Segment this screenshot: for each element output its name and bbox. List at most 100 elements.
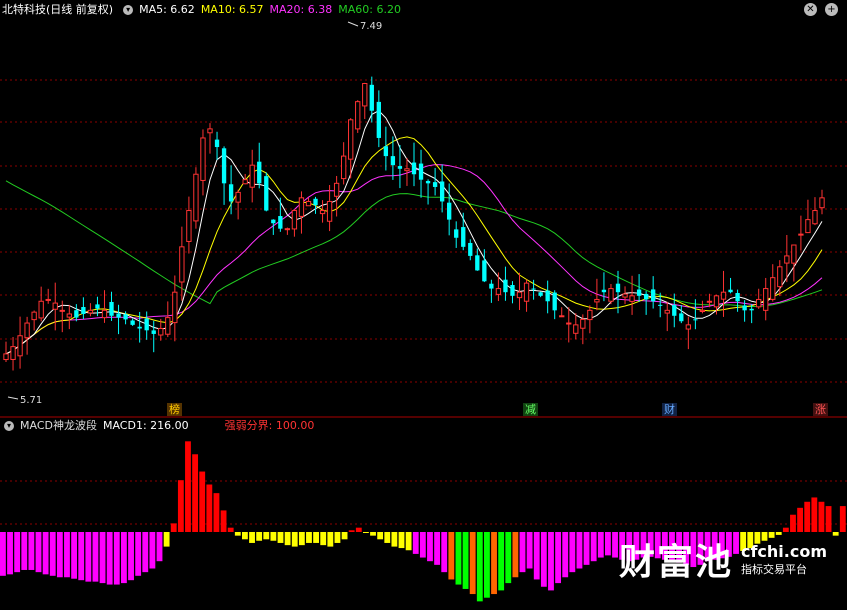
candle-body bbox=[685, 324, 692, 330]
candle-body bbox=[151, 330, 156, 334]
indicator-dropdown-icon[interactable]: ▾ bbox=[4, 421, 14, 431]
candle-body bbox=[172, 291, 178, 324]
candle-body bbox=[137, 326, 142, 329]
candle-body bbox=[271, 219, 276, 224]
macd-bar bbox=[170, 523, 177, 532]
macd-bar bbox=[491, 532, 497, 595]
macd-bar bbox=[818, 501, 825, 532]
macd-bar bbox=[256, 532, 263, 541]
macd-bar bbox=[220, 510, 227, 532]
candle-body bbox=[45, 298, 51, 301]
candle-body bbox=[17, 335, 23, 357]
watermark: 财富池 cfchi.com 指标交易平台 bbox=[619, 533, 827, 585]
candle-body bbox=[242, 179, 248, 185]
candle-body bbox=[643, 293, 649, 300]
candle-body bbox=[475, 255, 480, 271]
macd-bar bbox=[576, 532, 583, 569]
chart-canvas[interactable]: 7.49 5.71 bbox=[0, 0, 847, 610]
macd-bar bbox=[832, 532, 839, 536]
candle-body bbox=[305, 200, 312, 207]
macd-bar bbox=[227, 527, 234, 532]
candle-body bbox=[720, 291, 727, 300]
macd-bar bbox=[505, 532, 512, 584]
marker-cai[interactable]: 财 bbox=[662, 403, 677, 416]
candle-body bbox=[81, 307, 86, 314]
candle-body bbox=[186, 210, 192, 242]
candle-body bbox=[749, 308, 754, 311]
macd-bar bbox=[71, 532, 78, 579]
marker-bang[interactable]: 榜 bbox=[167, 403, 182, 416]
macd-bar bbox=[448, 532, 455, 580]
ma20-line bbox=[5, 164, 823, 355]
candle-body bbox=[552, 292, 557, 311]
macd-bar bbox=[782, 527, 789, 532]
candle-body bbox=[355, 101, 361, 130]
candle-body bbox=[278, 216, 283, 229]
candle-body bbox=[791, 244, 797, 264]
macd-bar bbox=[135, 532, 142, 576]
macd1-value: MACD1: 216.00 bbox=[102, 419, 189, 432]
close-window-icon[interactable]: ✕ bbox=[804, 3, 817, 16]
candle-body bbox=[742, 305, 747, 311]
macd-bar bbox=[291, 532, 298, 547]
macd-bar bbox=[555, 532, 562, 584]
candle-body bbox=[489, 283, 494, 289]
macd-bar bbox=[106, 532, 113, 585]
macd-bar bbox=[498, 532, 505, 591]
ma20-value: MA20: 6.38 bbox=[269, 3, 333, 16]
macd-bar bbox=[804, 501, 811, 532]
macd-bar bbox=[540, 532, 547, 587]
ma60-value: MA60: 6.20 bbox=[338, 3, 401, 16]
candle-body bbox=[207, 128, 213, 134]
macd-bar bbox=[398, 532, 405, 549]
watermark-subtitle: 指标交易平台 bbox=[740, 562, 807, 576]
candle-body bbox=[376, 101, 381, 138]
macd-bar bbox=[92, 532, 99, 582]
candle-body bbox=[756, 298, 762, 308]
candle-body bbox=[179, 246, 185, 283]
marker-zhang[interactable]: 涨 bbox=[813, 403, 828, 416]
macd-bar bbox=[85, 532, 92, 582]
candle-body bbox=[411, 162, 417, 175]
indicator-header: ▾ MACD神龙波段 MACD1: 216.00 强弱分界: 100.00 bbox=[0, 417, 320, 435]
candle-body bbox=[165, 317, 171, 335]
candle-body bbox=[679, 313, 684, 322]
macd-bar bbox=[177, 480, 184, 532]
candle-body bbox=[636, 289, 642, 296]
macd-bar bbox=[391, 532, 398, 547]
macd-bar bbox=[348, 530, 355, 532]
macd-bar bbox=[455, 532, 462, 585]
candle-body bbox=[531, 288, 536, 290]
macd-bar bbox=[56, 532, 63, 578]
candle-body bbox=[200, 137, 206, 181]
candle-body bbox=[24, 322, 30, 339]
candle-body bbox=[594, 298, 600, 303]
macd-bar bbox=[313, 532, 320, 543]
candle-body bbox=[664, 309, 670, 314]
expand-window-icon[interactable]: + bbox=[825, 3, 838, 16]
candle-body bbox=[798, 233, 804, 236]
settings-dropdown-icon[interactable]: ▾ bbox=[123, 5, 134, 15]
candle-body bbox=[123, 314, 128, 320]
macd-bar bbox=[64, 532, 70, 578]
candle-body bbox=[622, 293, 628, 298]
candle-body bbox=[404, 168, 410, 172]
candle-body bbox=[495, 288, 502, 295]
macd-bar bbox=[476, 532, 483, 602]
macd-bar bbox=[569, 532, 576, 573]
macd-bar bbox=[0, 532, 6, 576]
candle-body bbox=[390, 156, 396, 166]
macd-bar bbox=[583, 532, 590, 565]
candle-body bbox=[313, 198, 318, 206]
candle-body bbox=[784, 255, 790, 264]
macd-bar bbox=[419, 532, 426, 558]
strength-label: 强弱分界: 100.00 bbox=[224, 419, 315, 432]
candle-body bbox=[735, 293, 740, 302]
macd-bar bbox=[377, 532, 384, 540]
macd-bar bbox=[199, 471, 206, 532]
macd-bar bbox=[185, 441, 191, 532]
candle-body bbox=[87, 309, 94, 314]
marker-jian[interactable]: 减 bbox=[523, 403, 538, 416]
candle-body bbox=[158, 327, 164, 336]
macd-bar bbox=[42, 532, 49, 575]
